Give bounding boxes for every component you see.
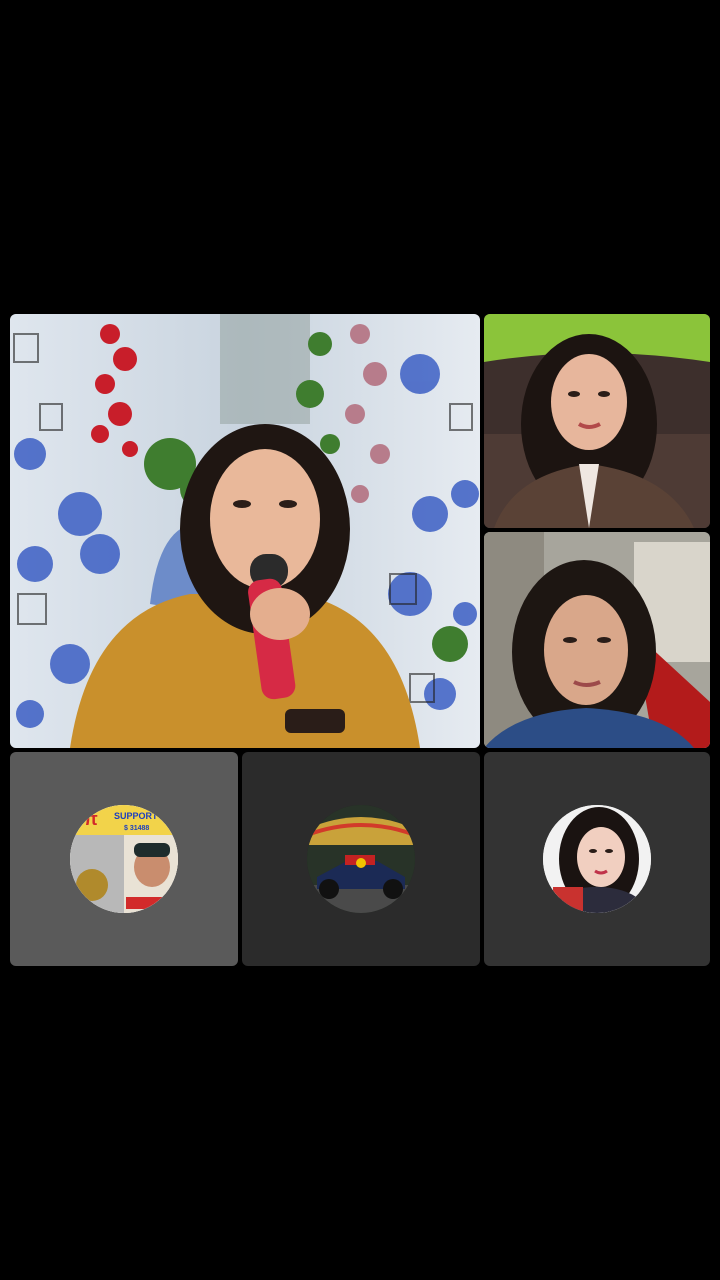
guest-video-feed-2 [484, 532, 710, 748]
woman-avatar-icon [543, 805, 651, 913]
guest-avatar-tile-3[interactable] [484, 752, 710, 966]
host-video-tile[interactable] [10, 314, 480, 748]
guest-avatar-tile-2[interactable] [242, 752, 480, 966]
avatar-amount-text: $ 31488 [124, 825, 150, 832]
race-car-avatar-icon [307, 805, 415, 913]
guest-video-tile-1[interactable] [484, 314, 710, 528]
guest-avatar-2 [307, 805, 415, 913]
guest-avatar-3 [543, 805, 651, 913]
guest-avatar-tile-1[interactable]: π SUPPORT C $ 31488 [10, 752, 238, 966]
guest-video-tile-2[interactable] [484, 532, 710, 748]
avatar-support-text: SUPPORT C [114, 811, 167, 821]
guest-avatar-1: π SUPPORT C $ 31488 [70, 805, 178, 913]
avatar-pi-symbol: π [84, 809, 98, 829]
guest-video-feed-1 [484, 314, 710, 528]
host-video-feed [10, 314, 480, 748]
